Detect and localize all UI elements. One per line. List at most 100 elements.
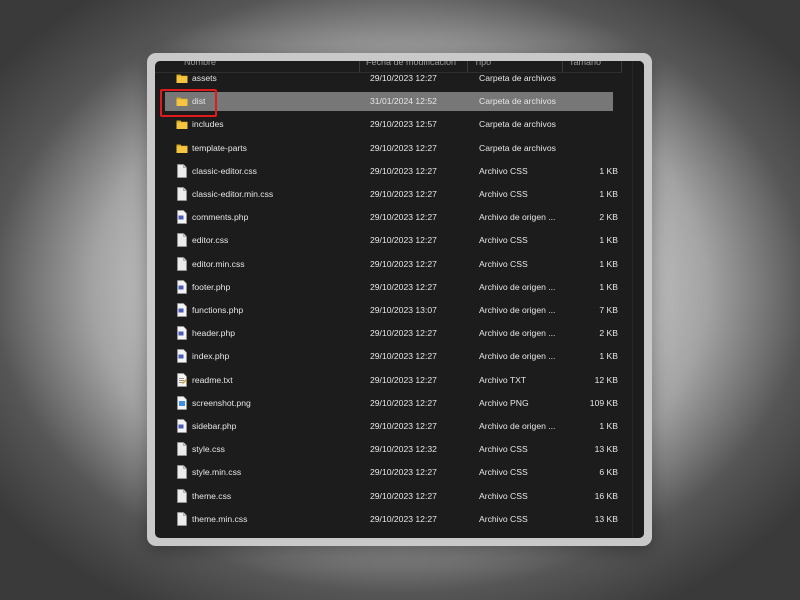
file-size: 1 KB [599,189,618,199]
file-date: 29/10/2023 13:07 [370,305,437,315]
file-row[interactable]: index.php 29/10/2023 12:27 Archivo de orig… [165,347,618,366]
file-icon [176,465,188,480]
file-date: 29/10/2023 12:27 [370,189,437,199]
file-row[interactable]: screenshot.png 29/10/2023 12:27 Archivo PN… [165,394,618,413]
file-name: comments.php [192,212,249,223]
file-type: Archivo CSS [479,258,528,269]
file-name: style.min.css [192,467,242,478]
file-explorer: Nombre Fecha de modificación Tipo Tamaño… [155,61,644,538]
window-frame: Nombre Fecha de modificación Tipo Tamaño… [147,53,652,546]
file-type: Archivo de origen ... [479,351,556,362]
file-row[interactable]: editor.min.css 29/10/2023 12:27 Archivo CS… [165,255,618,274]
file-date: 29/10/2023 12:27 [370,490,437,501]
file-date: 29/10/2023 12:27 [370,165,437,176]
file-type: Archivo de origen ... [479,328,556,339]
folder-row[interactable]: template-parts 29/10/2023 12:27 Carpeta de… [165,139,613,158]
file-type: Archivo de origen ... [479,421,556,431]
file-row[interactable]: readme.txt 29/10/2023 12:27 Archivo TXT 12 … [165,371,618,390]
file-date: 29/10/2023 12:27 [370,513,437,524]
file-size: 1 KB [599,235,618,246]
php-file-icon [176,303,188,317]
file-size: 16 KB [594,490,618,501]
file-date: 29/10/2023 12:27 [370,421,437,431]
file-size: 1 KB [599,281,618,292]
file-date: 29/10/2023 12:27 [370,374,437,385]
file-row[interactable]: classic-editor.min.css 29/10/2023 12:27 Ar… [165,185,618,204]
file-size: 13 KB [594,513,618,524]
file-icon [176,256,188,271]
file-date: 29/10/2023 12:27 [370,73,437,83]
folder-icon [176,117,188,131]
php-file-icon [176,210,188,225]
file-date: 29/10/2023 12:27 [370,328,437,339]
file-row[interactable]: theme.css 29/10/2023 12:27 Archivo CSS 16 K… [165,487,618,506]
file-date: 29/10/2023 12:27 [370,397,437,408]
php-file-icon [176,279,188,294]
file-date: 31/01/2024 12:52 [370,96,437,107]
file-size: 13 KB [594,444,618,455]
file-row[interactable]: sidebar.php 29/10/2023 12:27 Archivo de or… [165,417,618,436]
file-type: Archivo CSS [479,189,528,199]
file-row[interactable]: classic-editor.css 29/10/2023 12:27 Archiv… [165,162,618,181]
file-type: Archivo CSS [479,444,528,455]
file-date: 29/10/2023 12:27 [370,142,437,153]
php-file-icon [176,419,188,433]
file-type: Archivo de origen ... [479,212,556,223]
file-type: Archivo CSS [479,513,528,524]
file-row[interactable]: header.php 29/10/2023 12:27 Archivo de ori… [165,324,618,343]
vertical-scrollbar[interactable] [632,61,644,538]
file-row[interactable]: comments.php 29/10/2023 12:27 Archivo de o… [165,208,618,227]
file-name: readme.txt [192,374,233,385]
file-size: 1 KB [599,258,618,269]
file-size: 7 KB [599,305,618,315]
file-date: 29/10/2023 12:27 [370,235,437,246]
file-name: header.php [192,328,236,339]
file-icon [176,233,188,248]
file-name: classic-editor.css [192,165,257,176]
file-name: style.css [192,444,225,455]
file-size: 1 KB [599,351,618,362]
file-type: Archivo CSS [479,235,528,246]
file-type: Carpeta de archivos [479,96,556,107]
php-file-icon [176,326,188,341]
file-type: Archivo CSS [479,165,528,176]
file-type: Carpeta de archivos [479,119,556,130]
file-date: 29/10/2023 12:27 [370,467,437,478]
file-icon [176,187,188,201]
file-date: 29/10/2023 12:27 [370,351,437,362]
file-row[interactable]: style.css 29/10/2023 12:32 Archivo CSS 13 K… [165,440,618,459]
folder-row[interactable]: assets 29/10/2023 12:27 Carpeta de archivo… [165,69,613,88]
file-row[interactable]: functions.php 29/10/2023 13:07 Archivo de … [165,301,618,320]
file-size: 12 KB [594,374,618,385]
file-name: theme.css [192,490,232,501]
file-type: Archivo de origen ... [479,281,556,292]
file-type: Archivo de origen ... [479,305,556,315]
file-row[interactable]: style.min.css 29/10/2023 12:27 Archivo CSS… [165,463,618,482]
file-name: theme.min.css [192,513,248,524]
file-size: 109 KB [589,397,618,408]
file-name: sidebar.php [192,421,237,431]
folder-icon [176,141,188,155]
text-file-icon [176,372,188,387]
file-date: 29/10/2023 12:27 [370,212,437,223]
file-name: assets [192,73,217,83]
folder-row[interactable]: dist 31/01/2024 12:52 Carpeta de archivos [165,92,613,112]
file-date: 29/10/2023 12:57 [370,119,437,130]
file-name: functions.php [192,305,244,315]
file-name: dist [192,96,206,107]
file-type: Archivo TXT [479,374,527,385]
php-file-icon [176,349,188,364]
file-name: editor.css [192,235,229,246]
file-type: Archivo CSS [479,490,528,501]
file-row[interactable]: theme.min.css 29/10/2023 12:27 Archivo CSS… [165,510,618,529]
file-name: index.php [192,351,230,362]
file-name: includes [192,119,224,130]
file-name: footer.php [192,281,231,292]
file-name: classic-editor.min.css [192,189,274,199]
file-row[interactable]: footer.php 29/10/2023 12:27 Archivo de ori… [165,278,618,297]
file-date: 29/10/2023 12:27 [370,281,437,292]
file-size: 1 KB [599,165,618,176]
file-row[interactable]: editor.css 29/10/2023 12:27 Archivo CSS 1 K… [165,231,618,250]
folder-row[interactable]: includes 29/10/2023 12:57 Carpeta de archi… [165,115,613,134]
file-size: 2 KB [599,212,618,223]
